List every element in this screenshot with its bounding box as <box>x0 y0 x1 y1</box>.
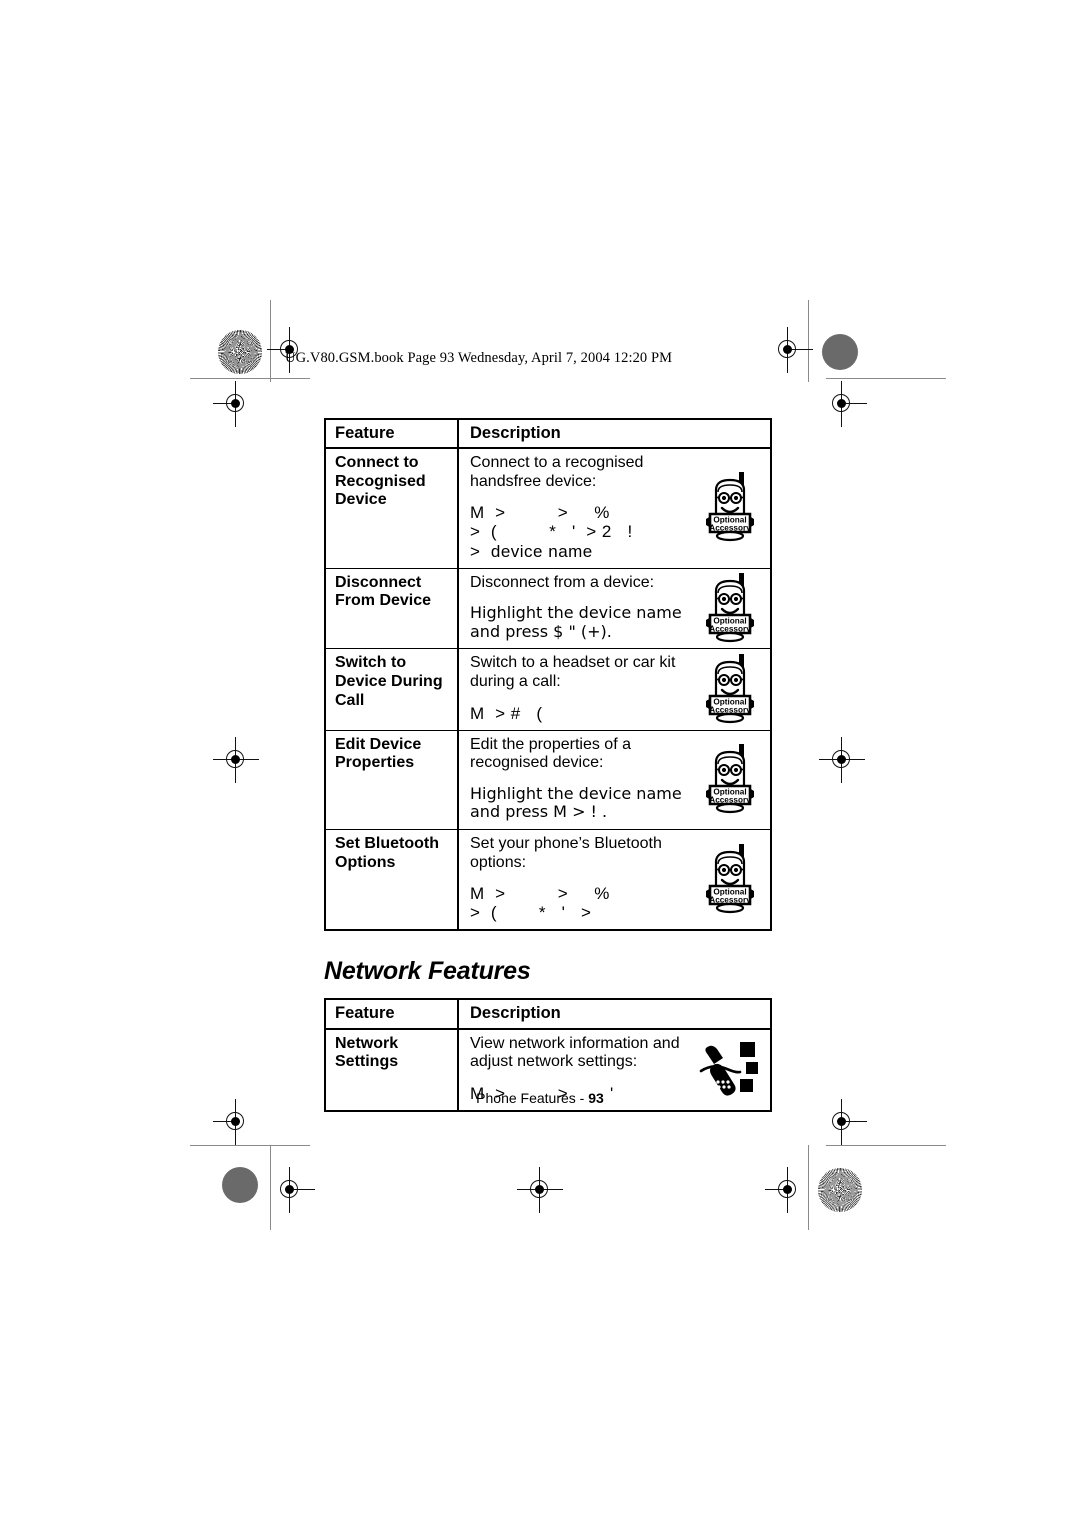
feature-name: Switch to Device During Call <box>325 648 458 731</box>
registration-mark <box>771 327 813 373</box>
feature-description: Connect to a recognised handsfree device… <box>457 447 771 569</box>
page-footer: Phone Features - 93 <box>0 1090 1080 1106</box>
table-row: Set Bluetooth Options Set your phone’s B… <box>325 828 771 931</box>
feature-name: Disconnect From Device <box>325 567 458 649</box>
optional-accessory-icon: Optional Accessory <box>702 571 764 645</box>
trim-line <box>808 300 809 382</box>
trim-line <box>190 378 310 379</box>
feature-name: Edit Device Properties <box>325 729 458 830</box>
registration-mark <box>213 381 253 427</box>
density-patch <box>222 1167 258 1203</box>
menu-path: M > > % > ( * ' > <box>470 884 610 923</box>
table-row: Connect to Recognised Device Connect to … <box>325 447 771 569</box>
description-text: Switch to a headset or car kit during a … <box>470 654 676 691</box>
description-text: Connect to a recognised handsfree device… <box>470 454 644 490</box>
starburst-mark-top-left <box>218 330 262 374</box>
table-row: Switch to Device During Call Switch to a… <box>325 648 771 731</box>
registration-mark <box>825 1099 867 1145</box>
feature-name: Connect to Recognised Device <box>325 447 458 569</box>
optional-accessory-icon: Optional Accessory <box>702 742 764 816</box>
feature-description: Edit the properties of a recognised devi… <box>457 729 771 830</box>
column-header-feature: Feature <box>325 419 458 450</box>
page-title: Network Features <box>324 957 531 986</box>
column-header-description: Description <box>457 419 771 450</box>
description-instruction: Highlight the device name and press $ " … <box>470 603 682 641</box>
table-row: Edit Device Properties Edit the properti… <box>325 729 771 830</box>
density-patch <box>822 334 858 370</box>
trim-line <box>826 378 946 379</box>
trim-line <box>808 1145 809 1230</box>
trim-line <box>190 1145 310 1146</box>
trim-line <box>826 1145 946 1146</box>
optional-accessory-icon: Optional Accessory <box>702 652 764 726</box>
footer-label: Phone Features - <box>476 1090 589 1106</box>
starburst-mark-bottom-right <box>818 1168 862 1212</box>
description-instruction: Highlight the device name and press M > … <box>470 783 682 822</box>
trim-line <box>270 1145 271 1230</box>
table-header-row: Feature Description <box>325 999 771 1030</box>
page-content: Feature Description Connect to Recognise… <box>324 418 772 1112</box>
bluetooth-feature-table: Feature Description Connect to Recognise… <box>324 418 772 932</box>
feature-name: Set Bluetooth Options <box>325 828 458 931</box>
table-row: Disconnect From Device Disconnect from a… <box>325 567 771 649</box>
menu-path: M > > % > ( * ' > 2 ! > device name <box>470 503 633 561</box>
registration-mark <box>213 1099 253 1145</box>
description-text: View network information and adjust netw… <box>470 1034 680 1071</box>
registration-mark <box>819 737 865 783</box>
feature-description: Disconnect from a device: Highlight the … <box>457 567 771 649</box>
registration-mark <box>825 381 867 427</box>
book-header-line: UG.V80.GSM.book Page 93 Wednesday, April… <box>285 350 673 366</box>
column-header-feature: Feature <box>325 999 458 1030</box>
description-text: Set your phone’s Bluetooth options: <box>470 834 662 871</box>
feature-description: Switch to a headset or car kit during a … <box>457 648 771 731</box>
optional-accessory-icon: Optional Accessory <box>702 842 764 916</box>
registration-mark <box>765 1167 805 1213</box>
feature-description: Set your phone’s Bluetooth options: M > … <box>457 828 771 931</box>
registration-mark <box>517 1167 563 1213</box>
optional-accessory-icon: Optional Accessory <box>702 470 764 544</box>
menu-path: M > # ( <box>470 703 543 723</box>
footer-page-number: 93 <box>588 1090 604 1106</box>
description-text: Edit the properties of a recognised devi… <box>470 735 631 772</box>
description-text: Disconnect from a device: <box>470 573 655 591</box>
registration-mark <box>213 737 259 783</box>
column-header-description: Description <box>457 999 771 1030</box>
table-header-row: Feature Description <box>325 419 771 450</box>
registration-mark <box>273 1167 315 1213</box>
trim-line <box>270 300 271 382</box>
